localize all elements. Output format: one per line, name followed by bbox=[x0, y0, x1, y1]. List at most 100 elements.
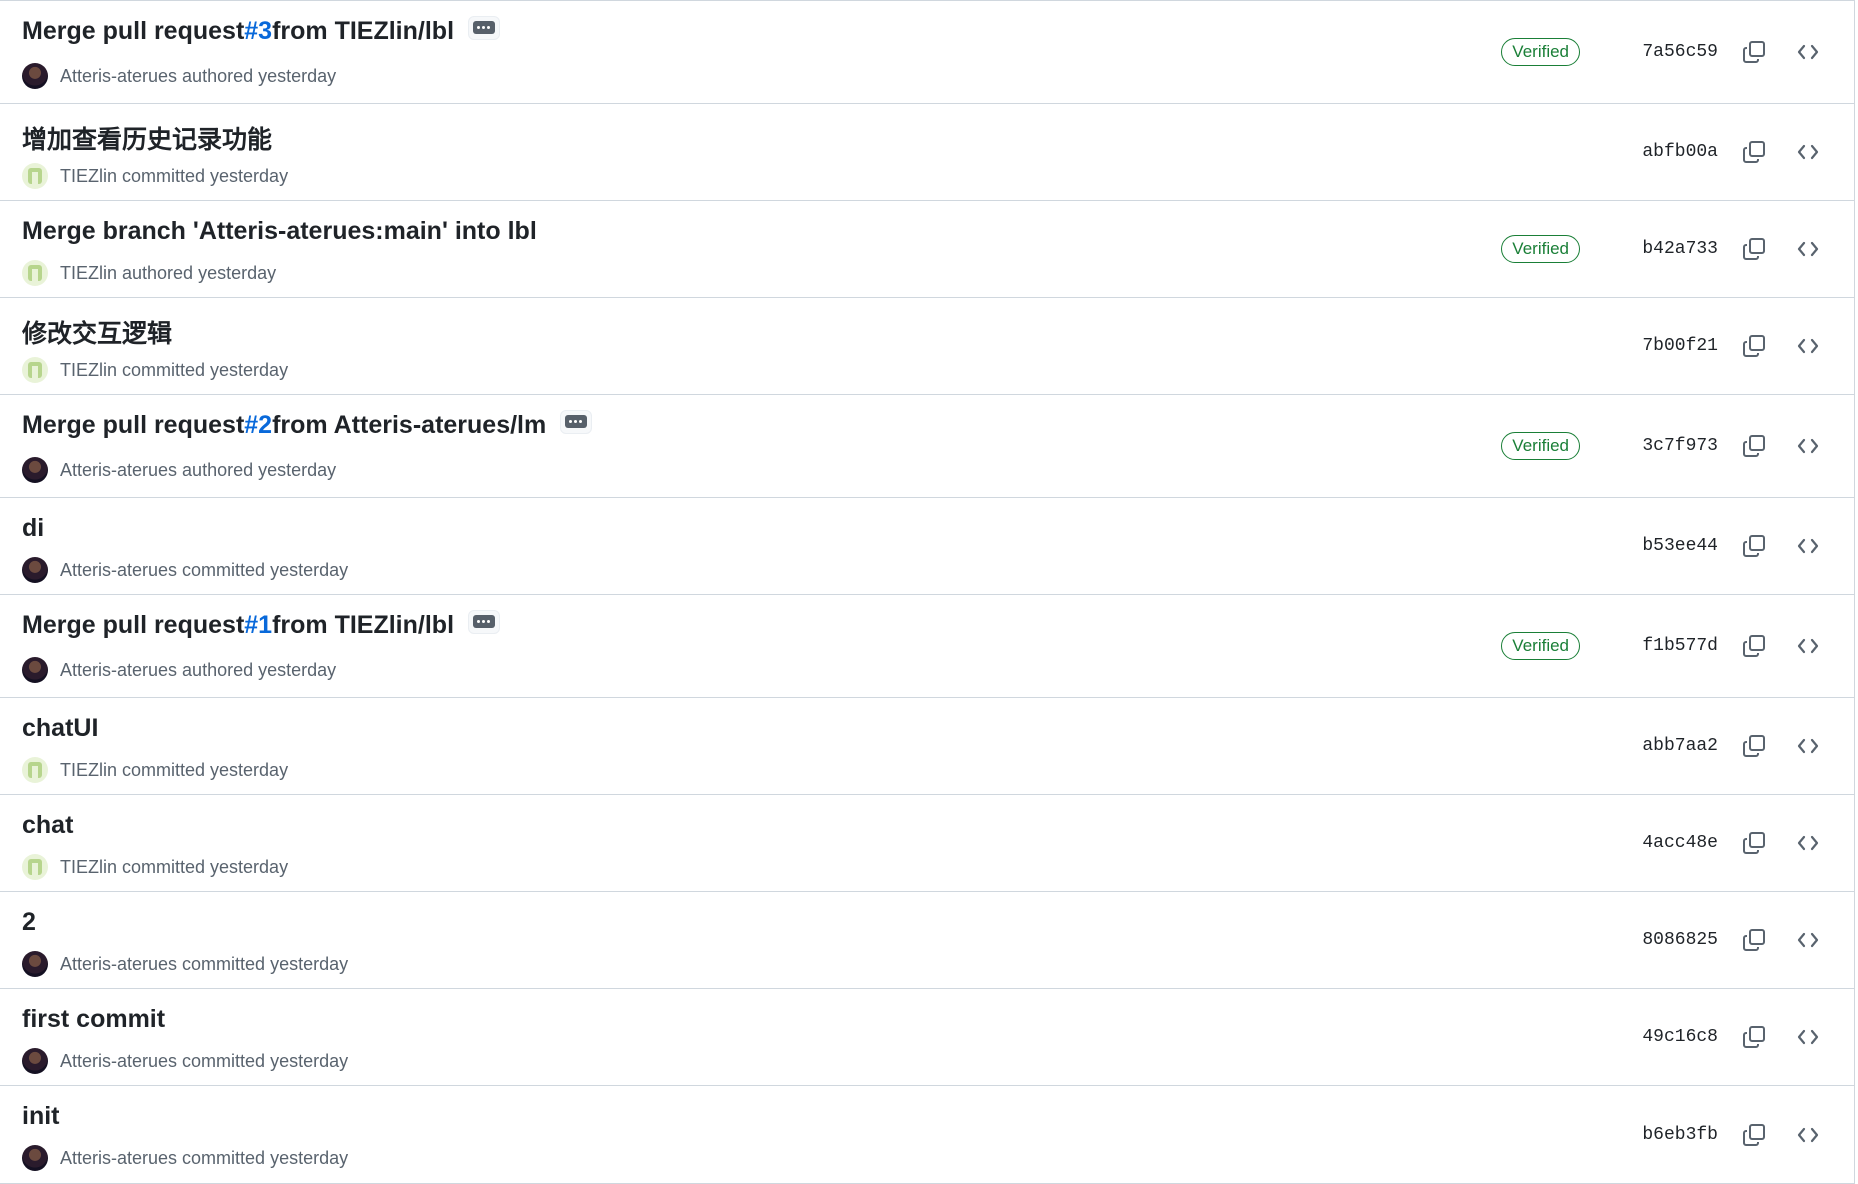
copy-sha-button[interactable] bbox=[1730, 819, 1778, 867]
commit-sha-link[interactable]: 3c7f973 bbox=[1614, 436, 1718, 456]
browse-repo-button[interactable] bbox=[1784, 322, 1832, 370]
commit-title-text[interactable]: 增加查看历史记录功能 bbox=[22, 120, 272, 156]
commit-sha-link[interactable]: 4acc48e bbox=[1614, 833, 1718, 853]
copy-sha-button[interactable] bbox=[1730, 1111, 1778, 1159]
copy-sha-button[interactable] bbox=[1730, 522, 1778, 570]
browse-repo-button[interactable] bbox=[1784, 1013, 1832, 1061]
commit-meta: Atteris-aterues committed yesterday bbox=[22, 951, 348, 977]
copy-sha-button[interactable] bbox=[1730, 225, 1778, 273]
author-text: TIEZlin authored yesterday bbox=[60, 262, 277, 283]
commit-title[interactable]: di bbox=[22, 514, 44, 543]
commit-title[interactable]: init bbox=[22, 1102, 60, 1131]
commit-sha-link[interactable]: b42a733 bbox=[1614, 239, 1718, 259]
verified-badge[interactable]: Verified bbox=[1501, 632, 1580, 660]
copy-sha-button[interactable] bbox=[1730, 322, 1778, 370]
copy-icon bbox=[1743, 735, 1765, 757]
copy-sha-button[interactable] bbox=[1730, 128, 1778, 176]
avatar[interactable] bbox=[22, 757, 48, 783]
commit-title-text[interactable]: Merge branch 'Atteris-aterues:main' into… bbox=[22, 217, 537, 246]
commit-sha-link[interactable]: 8086825 bbox=[1614, 930, 1718, 950]
avatar[interactable] bbox=[22, 951, 48, 977]
commit-sha-link[interactable]: b6eb3fb bbox=[1614, 1125, 1718, 1145]
ellipsis-icon[interactable] bbox=[560, 409, 593, 434]
commit-sha-link[interactable]: abb7aa2 bbox=[1614, 736, 1718, 756]
avatar[interactable] bbox=[22, 457, 48, 483]
verified-badge[interactable]: Verified bbox=[1501, 432, 1580, 460]
avatar[interactable] bbox=[22, 1145, 48, 1171]
commit-title[interactable]: Merge pull request #2 from Atteris-ateru… bbox=[22, 409, 593, 440]
copy-sha-button[interactable] bbox=[1730, 28, 1778, 76]
commit-actions: 49c16c8 bbox=[1614, 989, 1854, 1085]
browse-repo-button[interactable] bbox=[1784, 1111, 1832, 1159]
commit-title-suffix[interactable]: from TIEZlin/lbl bbox=[272, 611, 454, 640]
commit-title[interactable]: chat bbox=[22, 811, 73, 840]
commit-sha-link[interactable]: f1b577d bbox=[1614, 636, 1718, 656]
browse-repo-button[interactable] bbox=[1784, 28, 1832, 76]
pull-request-link[interactable]: #2 bbox=[244, 411, 272, 440]
commit-title-text[interactable]: Merge pull request bbox=[22, 611, 244, 640]
commit-title-text[interactable]: 修改交互逻辑 bbox=[22, 314, 172, 350]
ellipsis-icon[interactable] bbox=[468, 15, 501, 40]
commit-title-text[interactable]: Merge pull request bbox=[22, 411, 244, 440]
verified-badge[interactable]: Verified bbox=[1501, 235, 1580, 263]
commit-sha-link[interactable]: 7b00f21 bbox=[1614, 336, 1718, 356]
pull-request-link[interactable]: #1 bbox=[244, 611, 272, 640]
copy-sha-button[interactable] bbox=[1730, 1013, 1778, 1061]
commit-meta: Atteris-aterues authored yesterday bbox=[22, 457, 336, 483]
commit-title[interactable]: Merge pull request #1 from TIEZlin/lbl bbox=[22, 609, 501, 640]
browse-repo-button[interactable] bbox=[1784, 819, 1832, 867]
browse-repo-button[interactable] bbox=[1784, 916, 1832, 964]
commit-title[interactable]: first commit bbox=[22, 1005, 165, 1034]
commit-title-suffix[interactable]: from Atteris-aterues/lm bbox=[272, 411, 546, 440]
avatar[interactable] bbox=[22, 260, 48, 286]
copy-sha-button[interactable] bbox=[1730, 422, 1778, 470]
browse-repo-button[interactable] bbox=[1784, 225, 1832, 273]
commit-title[interactable]: Merge pull request #3 from TIEZlin/lbl bbox=[22, 15, 501, 46]
browse-repo-button[interactable] bbox=[1784, 422, 1832, 470]
commit-title[interactable]: 2 bbox=[22, 908, 36, 937]
commit-sha-link[interactable]: 49c16c8 bbox=[1614, 1027, 1718, 1047]
commit-sha-link[interactable]: b53ee44 bbox=[1614, 536, 1718, 556]
commit-title-text[interactable]: init bbox=[22, 1102, 60, 1131]
verified-badge[interactable]: Verified bbox=[1501, 38, 1580, 66]
browse-repo-button[interactable] bbox=[1784, 128, 1832, 176]
copy-icon bbox=[1743, 832, 1765, 854]
commit-actions: Verified b42a733 bbox=[1501, 201, 1854, 297]
author-text: TIEZlin committed yesterday bbox=[60, 856, 289, 877]
pull-request-link[interactable]: #3 bbox=[244, 17, 272, 46]
commit-title-text[interactable]: chat bbox=[22, 811, 73, 840]
browse-repo-button[interactable] bbox=[1784, 622, 1832, 670]
commit-title-text[interactable]: first commit bbox=[22, 1005, 165, 1034]
ellipsis-icon[interactable] bbox=[468, 609, 501, 634]
code-icon bbox=[1797, 338, 1819, 354]
avatar[interactable] bbox=[22, 854, 48, 880]
copy-sha-button[interactable] bbox=[1730, 622, 1778, 670]
commit-title[interactable]: 修改交互逻辑 bbox=[22, 314, 172, 350]
commit-title-text[interactable]: chatUI bbox=[22, 714, 98, 743]
commit-list: Merge pull request #3 from TIEZlin/lbl A… bbox=[0, 0, 1855, 1184]
commit-title[interactable]: 增加查看历史记录功能 bbox=[22, 120, 272, 156]
avatar[interactable] bbox=[22, 557, 48, 583]
commit-sha-link[interactable]: 7a56c59 bbox=[1614, 42, 1718, 62]
avatar[interactable] bbox=[22, 163, 48, 189]
commit-title-text[interactable]: di bbox=[22, 514, 44, 543]
avatar[interactable] bbox=[22, 1048, 48, 1074]
browse-repo-button[interactable] bbox=[1784, 522, 1832, 570]
commit-title[interactable]: Merge branch 'Atteris-aterues:main' into… bbox=[22, 217, 537, 246]
commit-title[interactable]: chatUI bbox=[22, 714, 98, 743]
commit-meta: Atteris-aterues committed yesterday bbox=[22, 1048, 348, 1074]
commit-sha-link[interactable]: abfb00a bbox=[1614, 142, 1718, 162]
copy-sha-button[interactable] bbox=[1730, 916, 1778, 964]
commit-title-text[interactable]: 2 bbox=[22, 908, 36, 937]
author-text: Atteris-aterues committed yesterday bbox=[60, 559, 349, 580]
commit-actions: 4acc48e bbox=[1614, 795, 1854, 891]
commit-title-suffix[interactable]: from TIEZlin/lbl bbox=[272, 17, 454, 46]
copy-sha-button[interactable] bbox=[1730, 722, 1778, 770]
avatar[interactable] bbox=[22, 357, 48, 383]
browse-repo-button[interactable] bbox=[1784, 722, 1832, 770]
avatar[interactable] bbox=[22, 63, 48, 89]
commit-row: first commit Atteris-aterues committed y… bbox=[0, 989, 1854, 1086]
commit-title-text[interactable]: Merge pull request bbox=[22, 17, 244, 46]
avatar[interactable] bbox=[22, 657, 48, 683]
author-text: Atteris-aterues authored yesterday bbox=[60, 659, 337, 680]
